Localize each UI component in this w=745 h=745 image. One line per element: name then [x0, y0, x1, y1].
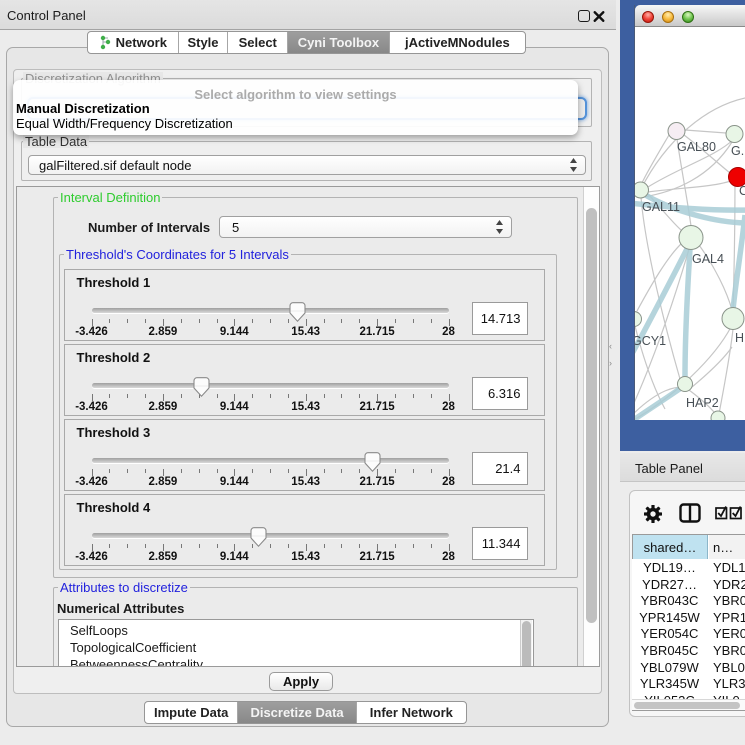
svg-text:G.: G.: [731, 144, 744, 158]
svg-text:C: C: [739, 184, 745, 198]
svg-text:H: H: [735, 331, 744, 345]
svg-text:GAL11: GAL11: [642, 200, 680, 214]
svg-text:GAL80: GAL80: [677, 140, 716, 154]
svg-text:GCY1: GCY1: [635, 334, 666, 348]
svg-text:HAP2: HAP2: [686, 396, 719, 410]
svg-text:GAL4: GAL4: [692, 252, 724, 266]
